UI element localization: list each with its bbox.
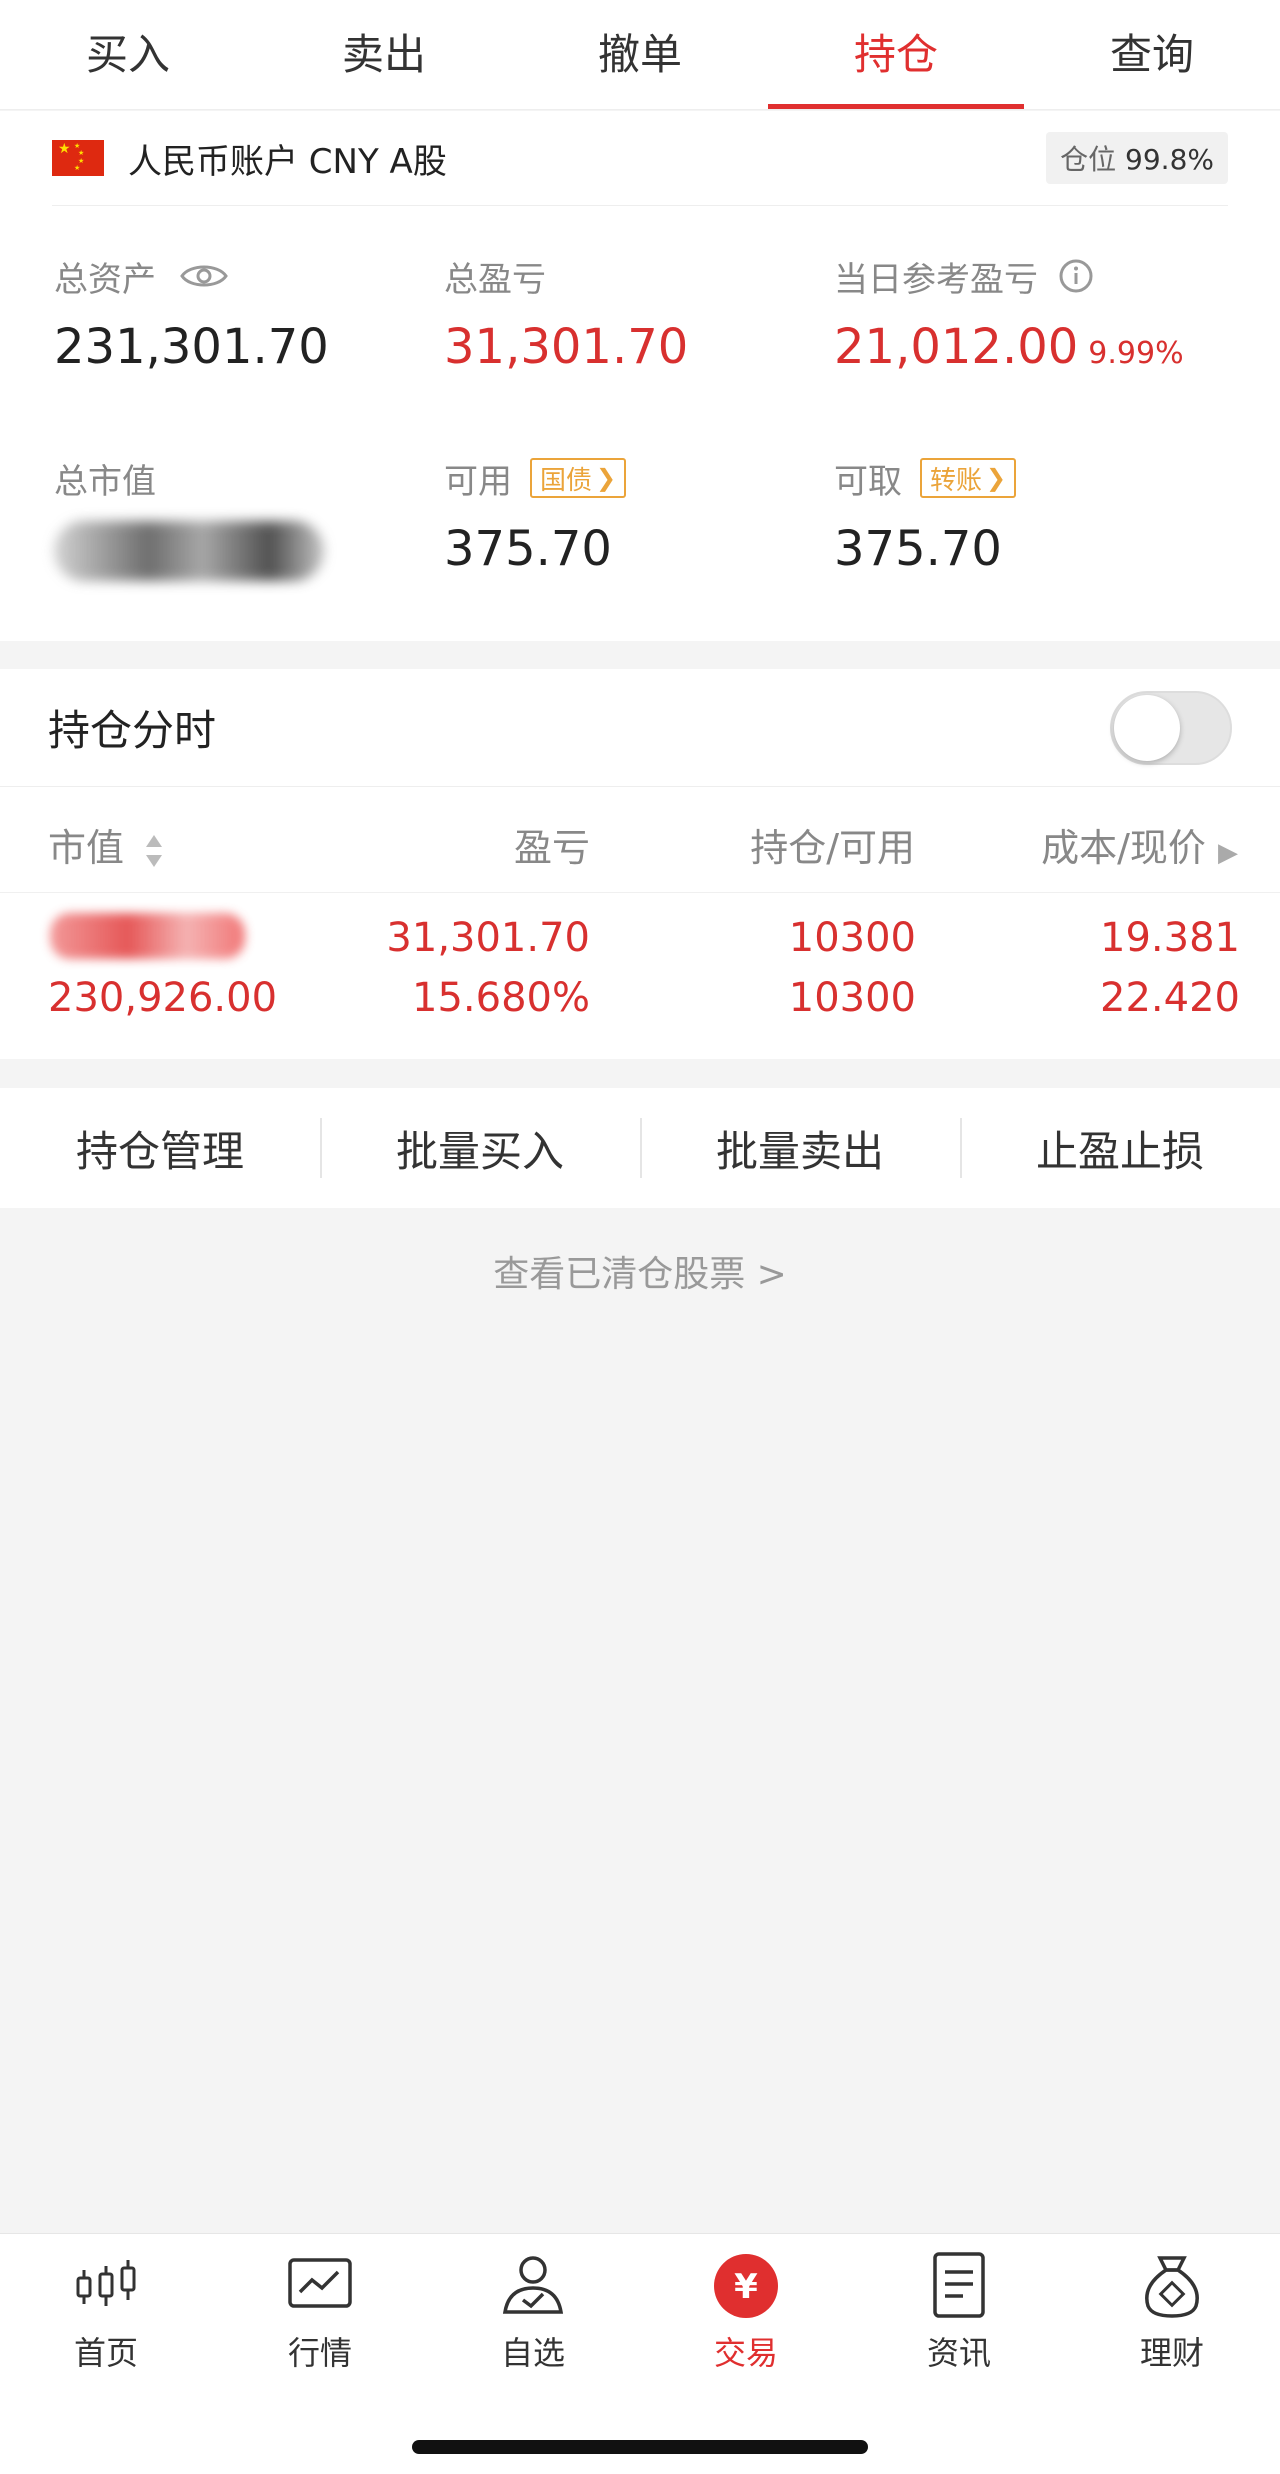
nav-wealth[interactable]: 理财 [1082,2248,1262,2374]
available-funds: 可用 国债 ❯ 375.70 [444,453,824,581]
column-position: 持仓/可用 [750,826,915,870]
svg-text:¥: ¥ [734,2267,758,2307]
tab-query[interactable]: 查询 [1024,0,1280,109]
tab-holdings[interactable]: 持仓 [768,0,1024,109]
position-value: 99.8% [1125,143,1214,176]
available-label: 可用 [444,461,512,502]
document-icon [933,2252,985,2318]
treasury-bond-label: 国债 [540,465,593,496]
row-cost: 19.381 [1100,915,1240,961]
holdings-actions: 持仓管理 批量买入 批量卖出 止盈止损 [0,1088,1280,1208]
nav-news-label: 资讯 [926,2334,991,2372]
column-cost-label: 成本/现价 [1041,826,1206,870]
nav-home-label: 首页 [73,2334,138,2372]
total-pnl-label: 总盈亏 [444,259,546,300]
caret-right-icon: ▶ [1218,838,1238,868]
home-indicator [412,2440,868,2454]
user-check-icon [502,2256,564,2314]
transfer-label: 转账 [930,465,983,496]
withdrawable-funds: 可取 转账 ❯ 375.70 [834,453,1214,581]
chevron-right-icon: ❯ [986,464,1007,492]
available-value: 375.70 [444,521,612,577]
eye-icon[interactable] [180,260,228,292]
redacted-stock-name [50,913,245,959]
daily-pnl: 当日参考盈亏 21,012.00 9.99% [834,251,1254,379]
chart-icon [288,2258,352,2308]
holdings-panel: 持仓分时 市值 盈亏 持仓/可用 成本/现价 ▶ 230,926.00 31,3… [0,669,1280,1059]
redacted-market-value [54,521,324,581]
row-pnl-percent: 15.680% [412,975,590,1021]
batch-sell-button[interactable]: 批量卖出 [640,1117,960,1179]
tab-sell[interactable]: 卖出 [256,0,512,109]
transfer-button[interactable]: 转账 ❯ [920,458,1017,498]
total-pnl: 总盈亏 31,301.70 [444,251,824,379]
daily-pnl-value: 21,012.00 [834,319,1079,375]
account-header[interactable]: ★ ★ ★ ★ ★ 人民币账户 CNY A股 仓位 99.8% [52,111,1228,206]
nav-market-label: 行情 [287,2334,352,2372]
candlestick-icon [76,2260,136,2306]
money-bag-icon [1145,2256,1199,2318]
total-pnl-value: 31,301.70 [444,319,689,375]
tab-buy[interactable]: 买入 [0,0,256,109]
holdings-intraday-row: 持仓分时 [0,669,1280,787]
account-summary: ★ ★ ★ ★ ★ 人民币账户 CNY A股 仓位 99.8% 总资产 231,… [0,111,1280,641]
daily-pnl-percent: 9.99% [1088,336,1184,371]
nav-trade-label: 交易 [713,2334,778,2372]
chevron-right-icon: ❯ [596,464,617,492]
nav-watchlist-label: 自选 [500,2334,565,2372]
treasury-bond-button[interactable]: 国债 ❯ [530,458,627,498]
table-row[interactable]: 230,926.00 31,301.70 15.680% 10300 10300… [0,893,1280,1058]
row-price: 22.420 [1100,975,1240,1021]
nav-home[interactable]: 首页 [16,2248,196,2374]
column-cost[interactable]: 成本/现价 ▶ [1041,817,1238,872]
nav-watchlist[interactable]: 自选 [443,2248,623,2374]
position-badge: 仓位 99.8% [1046,132,1228,184]
row-position: 10300 [788,915,916,961]
intraday-toggle[interactable] [1110,690,1232,765]
info-icon[interactable] [1058,258,1094,294]
tab-cancel-order[interactable]: 撤单 [512,0,768,109]
holdings-column-header: 市值 盈亏 持仓/可用 成本/现价 ▶ [0,787,1280,893]
nav-wealth-label: 理财 [1139,2334,1204,2372]
nav-trade[interactable]: ¥ 交易 [656,2248,836,2374]
row-pnl: 31,301.70 [386,915,590,961]
column-market-value-label: 市值 [48,826,125,870]
market-value-label: 总市值 [54,461,156,502]
total-assets: 总资产 231,301.70 [54,251,434,379]
nav-market[interactable]: 行情 [230,2248,410,2374]
market-value: 总市值 [54,453,434,581]
column-market-value[interactable]: 市值 [48,817,164,872]
daily-pnl-label: 当日参考盈亏 [834,259,1038,300]
nav-news[interactable]: 资讯 [869,2248,1049,2374]
sort-icon [146,834,163,867]
account-name: 人民币账户 CNY A股 [128,141,447,182]
bottom-nav: 首页 行情 自选 ¥ 交易 资讯 理财 [0,2233,1280,2474]
top-tab-bar: 买入 卖出 撤单 持仓 查询 [0,0,1280,110]
toggle-knob [1114,694,1180,761]
row-available: 10300 [788,975,916,1021]
position-label: 仓位 [1060,143,1117,176]
column-pnl: 盈亏 [513,826,590,870]
withdrawable-value: 375.70 [834,521,1002,577]
total-assets-value: 231,301.70 [54,319,329,375]
total-assets-label: 总资产 [54,259,156,300]
china-flag-icon: ★ ★ ★ ★ ★ [52,140,104,176]
yuan-icon: ¥ [714,2254,778,2318]
withdrawable-label: 可取 [834,461,902,502]
stop-loss-button[interactable]: 止盈止损 [960,1117,1280,1179]
cleared-stocks-link[interactable]: 查看已清仓股票 > [0,1245,1280,1297]
manage-holdings-button[interactable]: 持仓管理 [0,1118,320,1179]
batch-buy-button[interactable]: 批量买入 [320,1117,640,1179]
holdings-intraday-title: 持仓分时 [48,706,217,755]
row-market-value: 230,926.00 [48,975,278,1021]
